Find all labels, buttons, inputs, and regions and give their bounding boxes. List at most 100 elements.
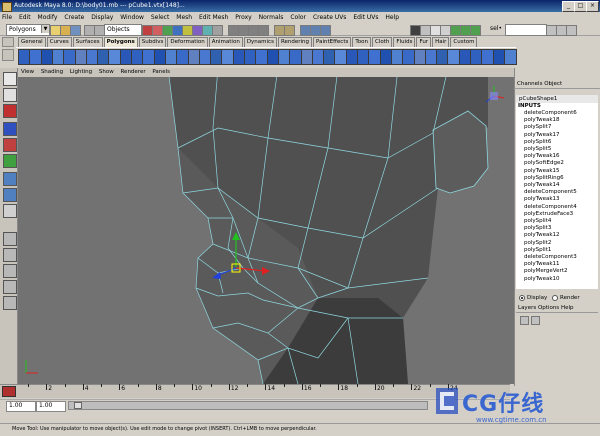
input-node-item[interactable]: polyExtrudeFace3 [516, 211, 598, 218]
input-node-item[interactable]: deleteComponent4 [516, 204, 598, 211]
menu-create-uvs[interactable]: Create UVs [313, 14, 346, 21]
show-channel-box-icon[interactable] [566, 25, 577, 36]
tab-subdivs[interactable]: Subdivs [138, 37, 167, 47]
input-node-item[interactable]: deleteComponent6 [516, 110, 598, 117]
menu-help[interactable]: Help [385, 14, 399, 21]
tab-surfaces[interactable]: Surfaces [72, 37, 103, 47]
menu-mesh[interactable]: Mesh [176, 14, 192, 21]
object-menu[interactable]: Object [544, 81, 562, 87]
shelf-options-icon[interactable] [2, 49, 14, 61]
tab-painteffects[interactable]: PaintEffects [313, 37, 352, 47]
layer-help-menu[interactable]: Help [561, 305, 574, 311]
tab-polygons[interactable]: Polygons [103, 37, 138, 47]
menu-normals[interactable]: Normals [259, 14, 284, 21]
input-node-item[interactable]: polyTweak10 [516, 276, 598, 283]
shelf-menu-icon[interactable] [2, 37, 14, 47]
input-node-item[interactable]: polySplit7 [516, 124, 598, 131]
tab-custom[interactable]: Custom [450, 37, 478, 47]
menu-display[interactable]: Display [91, 14, 113, 21]
hypershade-layout-icon[interactable] [3, 296, 17, 310]
single-perspective-layout-icon[interactable] [3, 232, 17, 246]
panel-menu-panels[interactable]: Panels [152, 69, 170, 75]
menu-window[interactable]: Window [120, 14, 144, 21]
input-node-item[interactable]: polyTweak14 [516, 182, 598, 189]
lasso-tool-icon[interactable] [3, 88, 17, 102]
panel-menu-shading[interactable]: Shading [41, 69, 63, 75]
new-layer-icon[interactable] [520, 316, 529, 325]
manipulator-tool-icon[interactable] [3, 172, 17, 186]
tab-rendering[interactable]: Rendering [277, 37, 313, 47]
tab-cloth[interactable]: Cloth [372, 37, 393, 47]
output-icon[interactable] [284, 25, 295, 36]
menu-create[interactable]: Create [64, 14, 84, 21]
menu-color[interactable]: Color [290, 14, 306, 21]
scale-tool-icon[interactable] [3, 154, 17, 168]
close-button[interactable]: × [586, 1, 599, 12]
input-node-item[interactable]: polyMergeVert2 [516, 268, 598, 275]
menu-edit-uvs[interactable]: Edit UVs [353, 14, 378, 21]
input-node-item[interactable]: polyTweak12 [516, 232, 598, 239]
menu-file[interactable]: File [2, 14, 12, 21]
four-view-layout-icon[interactable] [3, 248, 17, 262]
last-tool-icon[interactable] [3, 204, 17, 218]
tab-toon[interactable]: Toon [352, 37, 371, 47]
input-node-item[interactable]: deleteComponent3 [516, 254, 598, 261]
input-node-item[interactable]: polySplitRing6 [516, 175, 598, 182]
menu-edit[interactable]: Edit [19, 14, 31, 21]
input-node-item[interactable]: polySplit3 [516, 225, 598, 232]
playback-start-field[interactable]: 1.00 [36, 401, 66, 412]
rotate-tool-icon[interactable] [3, 138, 17, 152]
panel-menu-show[interactable]: Show [99, 69, 114, 75]
soft-mod-tool-icon[interactable] [3, 188, 17, 202]
tab-animation[interactable]: Animation [208, 37, 243, 47]
menu-modify[interactable]: Modify [38, 14, 58, 21]
layers-menu[interactable]: Layers [518, 305, 536, 311]
input-node-item[interactable]: polyTweak11 [516, 261, 598, 268]
select-tool-icon[interactable] [3, 72, 17, 86]
snap-plane-icon[interactable] [258, 25, 269, 36]
tab-hair[interactable]: Hair [432, 37, 450, 47]
display-radio[interactable] [519, 295, 525, 301]
tab-curves[interactable]: Curves [46, 37, 72, 47]
input-node-item[interactable]: polyTweak15 [516, 168, 598, 175]
menu-proxy[interactable]: Proxy [235, 14, 251, 21]
input-node-item[interactable]: polySplit4 [516, 218, 598, 225]
tab-general[interactable]: General [18, 37, 46, 47]
selection-mode-dropdown[interactable]: Objects [104, 24, 142, 36]
tab-deformation[interactable]: Deformation [167, 37, 208, 47]
persp-outliner-layout-icon[interactable] [3, 264, 17, 278]
input-node-item[interactable]: polySplit2 [516, 240, 598, 247]
input-node-item[interactable]: polyTweak16 [516, 153, 598, 160]
input-node-item[interactable]: polySoftEdge2 [516, 160, 598, 167]
input-node-item[interactable]: polySplit5 [516, 146, 598, 153]
sel-input[interactable] [505, 24, 547, 36]
render-settings-icon[interactable] [320, 25, 331, 36]
menu-edit-mesh[interactable]: Edit Mesh [199, 14, 228, 21]
start-time-field[interactable]: 1.00 [6, 401, 36, 412]
render-radio[interactable] [552, 295, 558, 301]
channels-menu[interactable]: Channels [517, 81, 542, 87]
input-node-item[interactable]: polySplit6 [516, 139, 598, 146]
persp-graph-layout-icon[interactable] [3, 280, 17, 294]
save-scene-icon[interactable] [70, 25, 81, 36]
input-node-item[interactable]: polySplit1 [516, 247, 598, 254]
mask-misc-icon[interactable] [212, 25, 223, 36]
range-handle-start[interactable] [74, 402, 82, 409]
tab-dynamics[interactable]: Dynamics [243, 37, 277, 47]
new-layer-selected-icon[interactable] [531, 316, 540, 325]
menuset-dropdown[interactable]: Polygons ▼ [6, 24, 50, 36]
tab-fluids[interactable]: Fluids [393, 37, 416, 47]
layer-editor[interactable] [516, 314, 598, 386]
move-tool-icon[interactable] [3, 122, 17, 136]
select-object-icon[interactable] [94, 25, 105, 36]
scale-icon[interactable] [470, 25, 481, 36]
layer-options-menu[interactable]: Options [538, 305, 559, 311]
input-node-item[interactable]: deleteComponent5 [516, 189, 598, 196]
poly-cone-icon[interactable] [503, 49, 517, 65]
input-node-item[interactable]: polyTweak17 [516, 132, 598, 139]
panel-menu-lighting[interactable]: Lighting [70, 69, 92, 75]
input-node-item[interactable]: polyTweak13 [516, 196, 598, 203]
input-node-item[interactable]: polyTweak18 [516, 117, 598, 124]
panel-menu-view[interactable]: View [21, 69, 34, 75]
channel-box-object-name[interactable]: pCubeShape1 [516, 95, 598, 103]
